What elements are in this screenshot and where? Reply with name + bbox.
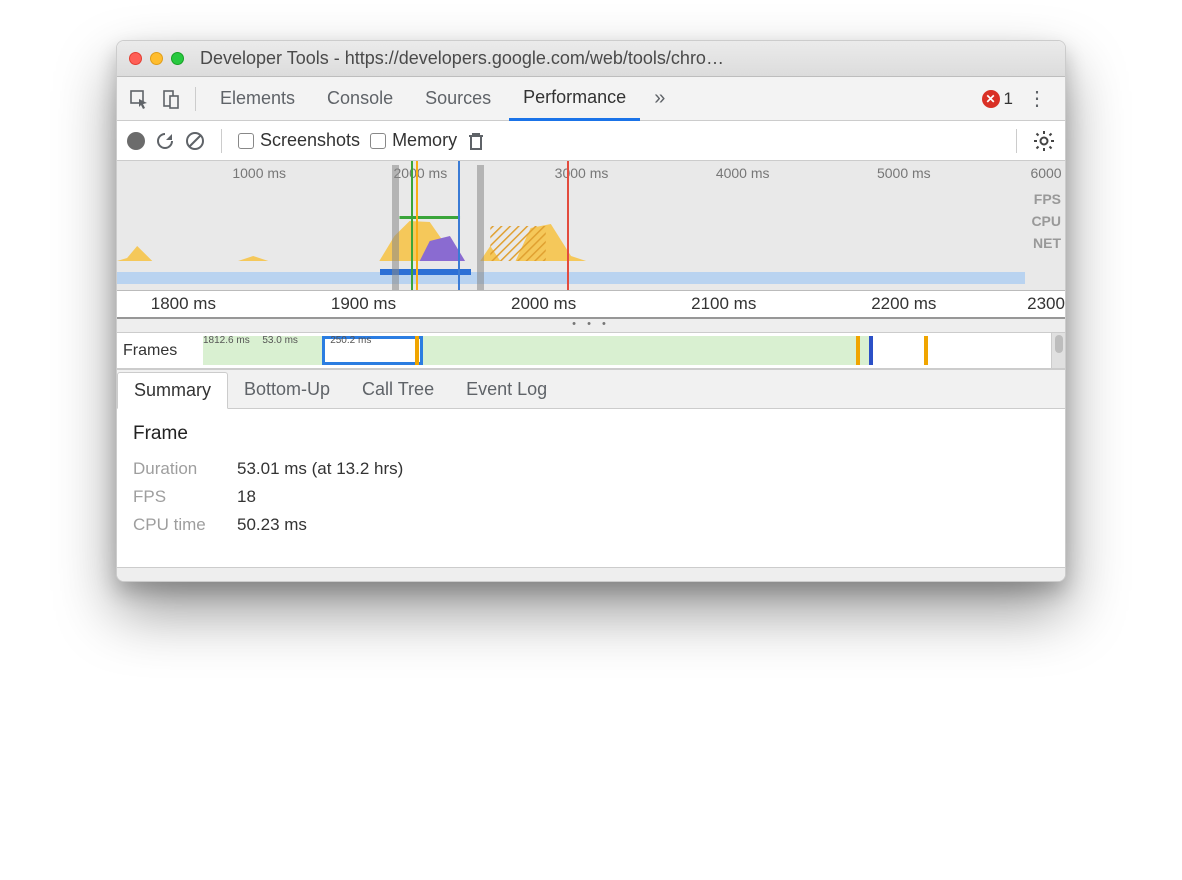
summary-key: CPU time (133, 515, 223, 535)
tab-performance[interactable]: Performance (509, 77, 640, 121)
frame-event-bar (856, 336, 860, 365)
summary-key: Duration (133, 459, 223, 479)
frame-duration-label: 53.0 ms (262, 335, 298, 346)
collapse-handle[interactable]: • • • (117, 319, 1065, 333)
net-track (117, 272, 1025, 284)
overview-tick: 6000 (1030, 165, 1061, 181)
summary-row: CPU time 50.23 ms (133, 515, 1049, 535)
tab-sources[interactable]: Sources (411, 77, 505, 121)
panel-title: Frame (133, 423, 1049, 445)
maximize-window-button[interactable] (171, 52, 184, 65)
frame-event-bar (869, 336, 873, 365)
tab-bottom-up[interactable]: Bottom-Up (228, 370, 346, 408)
summary-row: FPS 18 (133, 487, 1049, 507)
close-window-button[interactable] (129, 52, 142, 65)
overview-marker (411, 161, 413, 290)
summary-panel: Frame Duration 53.01 ms (at 13.2 hrs) FPS 1… (117, 409, 1065, 567)
memory-label: Memory (392, 130, 457, 151)
tab-console[interactable]: Console (313, 77, 407, 121)
more-tabs-icon[interactable]: » (644, 87, 675, 110)
overview-selection-handle-right[interactable] (477, 165, 484, 290)
fps-track-label: FPS (1031, 191, 1061, 207)
detail-tab-bar: Summary Bottom-Up Call Tree Event Log (117, 369, 1065, 409)
reload-button[interactable] (155, 131, 175, 151)
record-button[interactable] (127, 132, 145, 150)
inspect-element-icon[interactable] (125, 85, 153, 113)
settings-icon[interactable] (1033, 130, 1055, 152)
error-count-value: 1 (1004, 89, 1013, 109)
main-tab-bar: Elements Console Sources Performance » ✕… (117, 77, 1065, 121)
frames-scrollbar[interactable] (1051, 333, 1065, 368)
delete-button[interactable] (467, 131, 485, 151)
overview-marker (458, 161, 460, 290)
screenshots-label: Screenshots (260, 130, 360, 151)
kebab-menu-icon[interactable]: ⋮ (1017, 86, 1057, 111)
ruler-tick: 1800 ms (151, 294, 216, 314)
separator (195, 87, 196, 111)
detail-ruler[interactable]: 1800 ms 1900 ms 2000 ms 2100 ms 2200 ms 2300 (117, 291, 1065, 319)
ruler-tick: 2200 ms (871, 294, 936, 314)
summary-value: 18 (237, 487, 256, 507)
overview-selection-handle-left[interactable] (392, 165, 399, 290)
frames-track-label: Frames (117, 333, 203, 368)
screenshots-checkbox[interactable]: Screenshots (238, 130, 360, 151)
scrollbar-thumb[interactable] (1055, 335, 1063, 353)
frame-event-bar (415, 336, 419, 365)
overview-tick: 2000 ms (394, 165, 448, 181)
frame-segment (423, 336, 872, 365)
frames-row: Frames 1812.6 ms 53.0 ms 250.2 ms (117, 333, 1065, 369)
separator (221, 129, 222, 153)
summary-key: FPS (133, 487, 223, 507)
checkbox-icon (238, 133, 254, 149)
frame-event-bar (924, 336, 928, 365)
tab-summary[interactable]: Summary (117, 372, 228, 409)
error-icon: ✕ (982, 90, 1000, 108)
summary-row: Duration 53.01 ms (at 13.2 hrs) (133, 459, 1049, 479)
error-count-badge[interactable]: ✕ 1 (982, 89, 1013, 109)
titlebar: Developer Tools - https://developers.goo… (117, 41, 1065, 77)
ruler-tick: 2300 (1027, 294, 1065, 314)
device-toolbar-icon[interactable] (157, 85, 185, 113)
overview-marker (567, 161, 569, 290)
cpu-chart (117, 216, 1025, 261)
summary-value: 53.01 ms (at 13.2 hrs) (237, 459, 403, 479)
ruler-tick: 2100 ms (691, 294, 756, 314)
window-title: Developer Tools - https://developers.goo… (200, 48, 1053, 69)
clear-button[interactable] (185, 131, 205, 151)
summary-value: 50.23 ms (237, 515, 307, 535)
overview-tick: 1000 ms (232, 165, 286, 181)
overview-tick: 4000 ms (716, 165, 770, 181)
window-controls (129, 52, 184, 65)
frame-duration-label: 1812.6 ms (203, 335, 250, 346)
overview-tick: 5000 ms (877, 165, 931, 181)
tab-event-log[interactable]: Event Log (450, 370, 563, 408)
tab-elements[interactable]: Elements (206, 77, 309, 121)
ruler-tick: 2000 ms (511, 294, 576, 314)
overview-track-labels: FPS CPU NET (1031, 191, 1061, 251)
frames-track[interactable]: 1812.6 ms 53.0 ms 250.2 ms (203, 333, 1051, 368)
overview-timeline[interactable]: 1000 ms2000 ms3000 ms4000 ms5000 ms6000 … (117, 161, 1065, 291)
overview-tick: 3000 ms (555, 165, 609, 181)
ruler-tick: 1900 ms (331, 294, 396, 314)
tab-call-tree[interactable]: Call Tree (346, 370, 450, 408)
checkbox-icon (370, 133, 386, 149)
minimize-window-button[interactable] (150, 52, 163, 65)
performance-toolbar: Screenshots Memory (117, 121, 1065, 161)
frame-duration-label: 250.2 ms (330, 335, 371, 346)
separator (1016, 129, 1017, 153)
devtools-window: Developer Tools - https://developers.goo… (116, 40, 1066, 582)
cpu-track-label: CPU (1031, 213, 1061, 229)
bottom-strip (117, 567, 1065, 581)
overview-marker (416, 161, 418, 290)
memory-checkbox[interactable]: Memory (370, 130, 457, 151)
net-track-label: NET (1031, 235, 1061, 251)
